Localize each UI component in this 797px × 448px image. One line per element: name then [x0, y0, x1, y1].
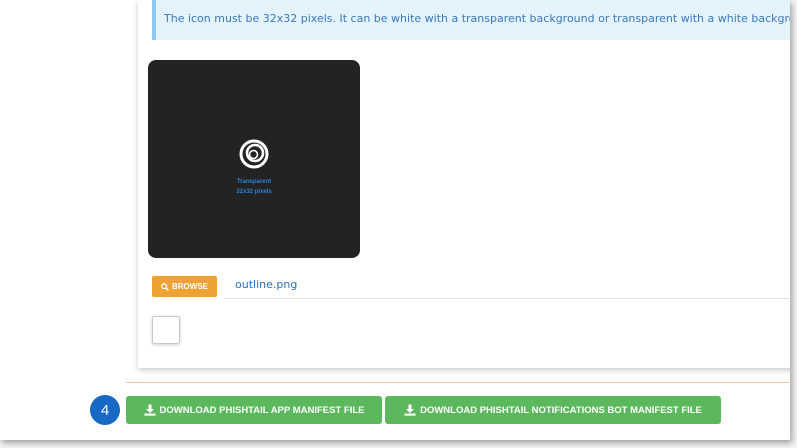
step-number: 4: [100, 401, 110, 419]
icon-preview: Transparent 32x32 pixels: [148, 60, 360, 258]
preview-caption-line1: Transparent: [236, 179, 272, 185]
browse-button[interactable]: BROWSE: [152, 276, 217, 297]
file-upload-row: BROWSE outline.png: [138, 274, 790, 299]
download-app-manifest-button[interactable]: DOWNLOAD PHISHTAIL APP MANIFEST FILE: [126, 396, 382, 424]
download-app-manifest-label: DOWNLOAD PHISHTAIL APP MANIFEST FILE: [159, 404, 365, 416]
preview-caption-line2: 32x32 pixels: [236, 189, 272, 195]
download-icon: [404, 404, 416, 416]
screenshot-frame: The icon must be 32x32 pixels. It can be…: [0, 0, 790, 440]
browse-label: BROWSE: [172, 282, 208, 291]
download-bot-manifest-button[interactable]: DOWNLOAD PHISHTAIL NOTIFICATIONS BOT MAN…: [385, 396, 721, 424]
option-checkbox[interactable]: [152, 316, 180, 344]
search-icon: [161, 282, 169, 291]
selected-file-name: outline.png: [235, 278, 298, 291]
file-field-underline: [224, 298, 790, 299]
settings-card: The icon must be 32x32 pixels. It can be…: [138, 0, 790, 368]
ring-logo-icon: [239, 139, 269, 169]
icon-requirements-alert: The icon must be 32x32 pixels. It can be…: [152, 0, 790, 40]
section-divider: [126, 382, 790, 383]
step-number-badge: 4: [90, 395, 120, 425]
download-icon: [144, 404, 156, 416]
download-bot-manifest-label: DOWNLOAD PHISHTAIL NOTIFICATIONS BOT MAN…: [420, 404, 702, 416]
icon-requirements-text: The icon must be 32x32 pixels. It can be…: [164, 12, 790, 25]
